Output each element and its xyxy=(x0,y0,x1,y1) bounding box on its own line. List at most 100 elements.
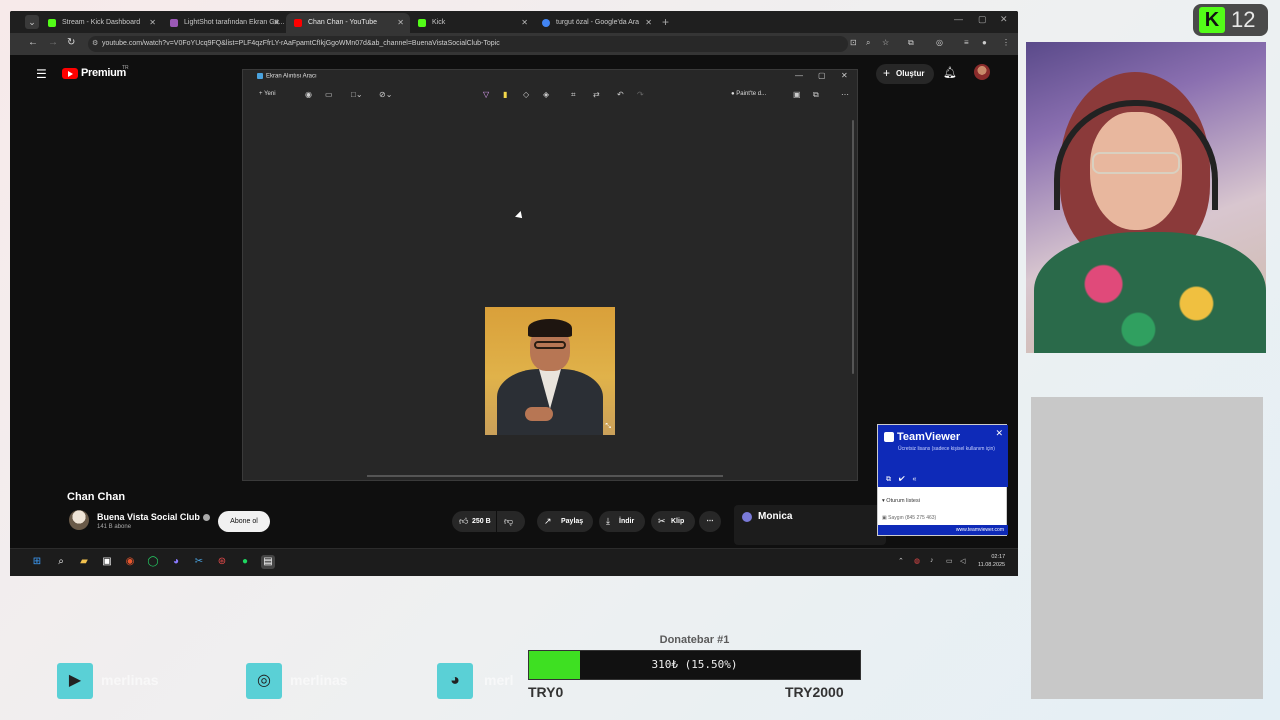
create-button[interactable]: + Oluştur xyxy=(876,64,935,84)
clip-button[interactable]: ✂ Klip xyxy=(651,511,695,532)
expand-icon[interactable]: ⤡ xyxy=(605,423,611,431)
channel-avatar[interactable] xyxy=(69,510,89,530)
new-tab-button[interactable]: + xyxy=(662,13,669,31)
maximize-button[interactable]: ▢ xyxy=(978,14,987,25)
new-snip-button[interactable]: + Yeni xyxy=(259,91,276,97)
more-actions-button[interactable]: ⋯ xyxy=(699,511,721,532)
zoom-icon[interactable]: ⌕ xyxy=(866,38,870,48)
tray-app-icon[interactable]: ◍ xyxy=(914,557,920,565)
eraser-icon[interactable]: ◇ xyxy=(523,90,529,99)
youtube-premium-logo[interactable]: Premium xyxy=(62,66,126,80)
bookmark-star-icon[interactable]: ☆ xyxy=(882,38,889,47)
undo-icon[interactable]: ↶ xyxy=(617,90,624,99)
windows-taskbar: ⊞ ⌕ ▰ ▣ ◉ ◯ ◕ ✂ ⊛ ● ▤ ⌃ ◍ ♪ ▭ ◁ 02:17 11… xyxy=(10,548,1018,576)
chrome-icon[interactable]: ◉ xyxy=(123,555,137,569)
save-icon[interactable]: ▣ xyxy=(793,90,801,99)
close-icon[interactable]: ✕ xyxy=(645,13,652,33)
snip-close-button[interactable]: ✕ xyxy=(841,71,848,80)
tab-youtube[interactable]: Chan Chan - YouTube ✕ xyxy=(286,13,410,33)
clip-label: Klip xyxy=(671,518,685,525)
tray-expand-icon[interactable]: ⌃ xyxy=(898,557,904,565)
search-icon[interactable]: ⌕ xyxy=(54,555,68,569)
dislike-button[interactable]: 👎︎ xyxy=(497,511,525,532)
close-window-button[interactable]: ✕ xyxy=(1000,14,1008,25)
monica-panel[interactable]: Monica xyxy=(734,505,886,545)
session-item[interactable]: ▣ Saygın (845 275 463) xyxy=(882,515,994,521)
more-options-icon[interactable]: ⋯ xyxy=(841,90,849,99)
browser-menu-icon[interactable]: ⋮ xyxy=(1002,38,1010,47)
whatsapp-icon[interactable]: ◯ xyxy=(146,555,160,569)
paint-edit-button[interactable]: ● Paint'te d... xyxy=(731,91,766,97)
profile-avatar-icon[interactable]: ● xyxy=(982,38,987,47)
tab-search-button[interactable]: ⌄ xyxy=(25,15,39,29)
snip-maximize-button[interactable]: ▢ xyxy=(818,71,826,80)
webcam-feed xyxy=(1026,42,1266,353)
close-icon[interactable]: ✕ xyxy=(149,13,156,33)
redo-icon[interactable]: ↷ xyxy=(637,90,644,99)
snip-shape-icon[interactable]: □⌄ xyxy=(351,90,363,99)
vertical-scrollbar[interactable] xyxy=(852,120,854,374)
account-avatar[interactable] xyxy=(974,64,990,80)
copy-icon[interactable]: ⧉ xyxy=(813,90,819,100)
network-icon[interactable]: ▭ xyxy=(946,557,953,565)
download-icon: ⤓ xyxy=(606,516,610,526)
windows-start-icon[interactable]: ⊞ xyxy=(30,555,44,569)
file-explorer-icon[interactable]: ▰ xyxy=(77,555,91,569)
horizontal-scrollbar[interactable] xyxy=(367,475,723,477)
volume-icon[interactable]: ◁ xyxy=(960,557,965,565)
hamburger-menu-icon[interactable]: ☰ xyxy=(36,67,47,81)
record-mode-icon[interactable]: ▭ xyxy=(325,90,333,99)
delay-icon[interactable]: ⊘⌄ xyxy=(379,90,392,99)
install-app-icon[interactable]: ⊡ xyxy=(850,38,857,47)
close-icon[interactable]: ✕ xyxy=(273,13,280,33)
donate-progress-bar: 310₺ (15.50%) xyxy=(528,650,861,680)
url-field[interactable]: ⚙ youtube.com/watch?v=V0FoYUcq9FQ&list=P… xyxy=(88,36,848,52)
subscribe-button[interactable]: Abone ol xyxy=(218,511,270,532)
collapse-icon[interactable]: « xyxy=(913,476,917,483)
site-info-icon[interactable]: ⚙ xyxy=(92,36,98,52)
discord-icon[interactable]: ◕ xyxy=(169,555,183,569)
teamviewer-footer[interactable]: www.teamviewer.com xyxy=(878,525,1008,535)
microphone-icon[interactable]: ♪ xyxy=(930,557,934,564)
highlighter-icon[interactable]: ▮ xyxy=(503,90,507,99)
close-icon[interactable]: ✕ xyxy=(521,13,528,33)
spotify-icon[interactable]: ● xyxy=(238,555,252,569)
tab-kick[interactable]: Kick ✕ xyxy=(410,13,534,33)
session-list-header[interactable]: ▾ Oturum listesi xyxy=(882,498,920,504)
store-icon[interactable]: ▣ xyxy=(100,555,114,569)
obs-icon[interactable]: ⊛ xyxy=(215,555,229,569)
snip-minimize-button[interactable]: — xyxy=(795,71,803,80)
pen-icon[interactable]: ▽ xyxy=(483,90,489,99)
forward-button[interactable]: → xyxy=(48,37,58,48)
crop-icon[interactable]: ⌗ xyxy=(571,90,576,100)
like-button[interactable]: 👍︎ 250 B xyxy=(452,511,496,532)
close-icon[interactable]: ✕ xyxy=(995,428,1003,439)
notifications-bell-icon[interactable]: 🔔︎ xyxy=(943,66,957,79)
close-icon[interactable]: ✕ xyxy=(397,13,404,33)
minimize-button[interactable]: — xyxy=(954,14,963,24)
youtube-icon xyxy=(294,19,302,27)
playlist-icon[interactable]: ≡ xyxy=(964,38,969,47)
profile-sync-icon[interactable]: ◎ xyxy=(936,38,943,47)
session-item-label: Saygın (845 275 463) xyxy=(888,515,937,521)
settings-icon[interactable]: ✔ xyxy=(899,476,905,483)
teamviewer-title: TeamViewer xyxy=(897,431,961,443)
download-label: İndir xyxy=(619,518,635,525)
text-actions-icon[interactable]: ⇄ xyxy=(593,90,600,99)
tab-kick-dashboard[interactable]: Stream - Kick Dashboard ✕ xyxy=(40,13,162,33)
app-icon[interactable]: ▤ xyxy=(261,555,275,569)
subscriber-count: 141 B abone xyxy=(97,524,132,530)
share-button[interactable]: ↗ Paylaş xyxy=(537,511,593,532)
extensions-icon[interactable]: ⧉ xyxy=(908,38,914,48)
download-button[interactable]: ⤓ İndir xyxy=(599,511,645,532)
tab-google[interactable]: turgut özal - Google'da Ara ✕ xyxy=(534,13,658,33)
screenshot-mode-icon[interactable]: ◉ xyxy=(305,90,312,99)
taskbar-clock[interactable]: 02:17 11.08.2025 xyxy=(978,553,1005,569)
snipping-tool-taskbar-icon[interactable]: ✂ xyxy=(192,555,206,569)
channel-name[interactable]: Buena Vista Social Club xyxy=(97,512,210,522)
reload-button[interactable]: ↻ xyxy=(67,37,75,48)
copy-icon[interactable]: ⧉ xyxy=(886,476,891,483)
shapes-icon[interactable]: ◈ xyxy=(543,90,549,99)
back-button[interactable]: ← xyxy=(28,37,38,48)
tab-lightshot[interactable]: LightShot tarafından Ekran Gö... ✕ xyxy=(162,13,286,33)
